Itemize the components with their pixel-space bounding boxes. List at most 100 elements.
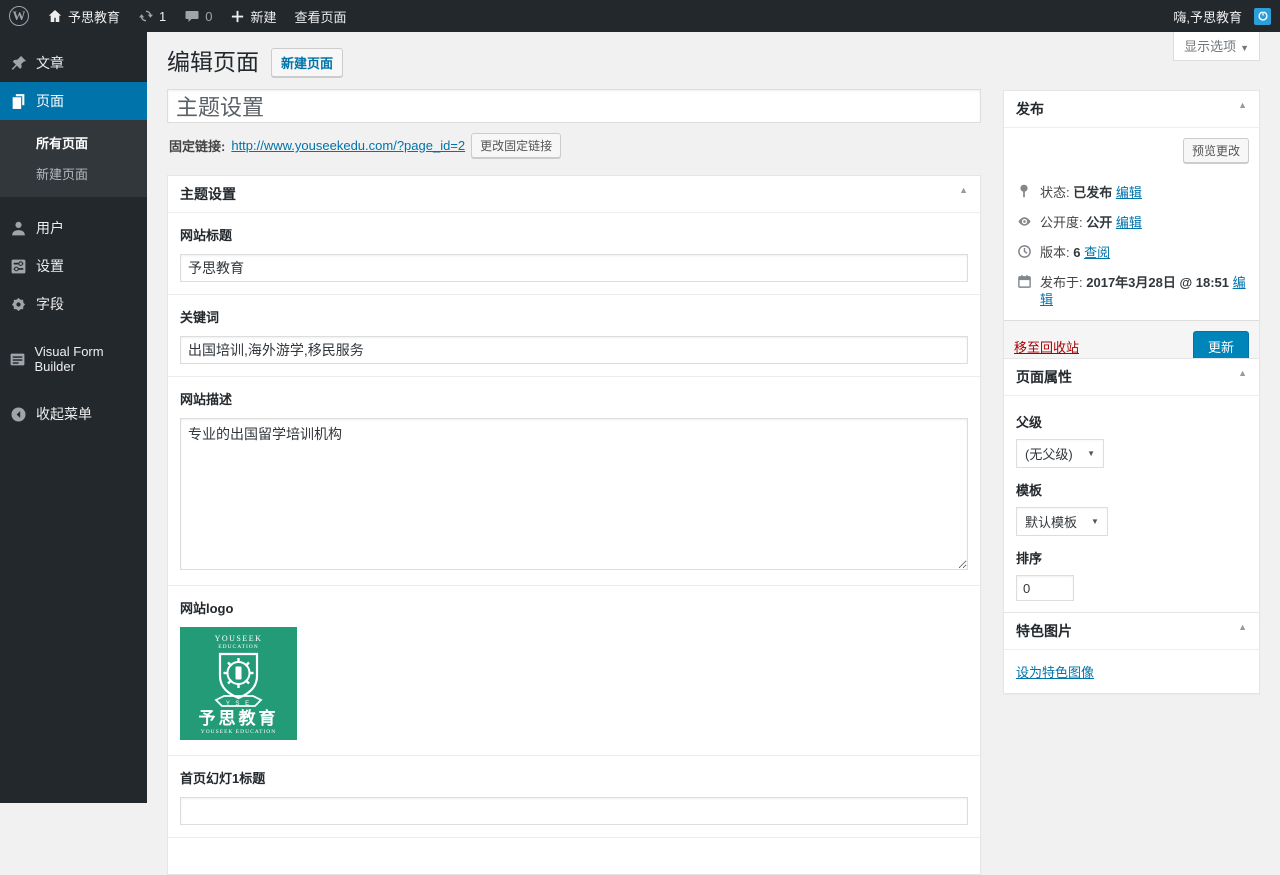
publish-header[interactable]: 发布 ▲: [1004, 91, 1259, 128]
eye-icon: [1016, 214, 1032, 229]
collapse-toggle-icon[interactable]: ▲: [959, 185, 968, 195]
field-label: 网站logo: [180, 598, 968, 617]
sidebar-item-settings[interactable]: 设置: [0, 247, 147, 285]
wordpress-logo-icon: W: [9, 6, 29, 26]
clock-icon: [1016, 244, 1032, 259]
pages-icon: [8, 93, 28, 110]
preview-changes-button[interactable]: 预览更改: [1183, 138, 1249, 163]
featured-image-header[interactable]: 特色图片 ▲: [1004, 613, 1259, 650]
comments-menu[interactable]: 0: [175, 0, 221, 32]
template-selected-value: 默认模板: [1025, 512, 1077, 531]
template-select[interactable]: 默认模板 ▼: [1016, 507, 1108, 536]
collapse-toggle-icon[interactable]: ▲: [1238, 100, 1247, 110]
collapse-arrow-icon: [8, 406, 28, 423]
sidebar-item-collapse-menu[interactable]: 收起菜单: [0, 395, 147, 433]
status-row: 状态: 已发布 编辑: [1016, 184, 1247, 201]
content-area: 显示选项▼ 编辑页面 新建页面 固定链接: http://www.youseek…: [147, 32, 1280, 803]
publish-metabox: 发布 ▲ 预览更改 状态: 已发布 编辑: [1003, 90, 1260, 373]
edit-status-link[interactable]: 编辑: [1116, 185, 1142, 200]
site-name-label: 予思教育: [68, 7, 120, 26]
chevron-down-icon: ▼: [1087, 449, 1095, 458]
field-slide1-title: 首页幻灯1标题: [168, 756, 980, 838]
published-on-row: 发布于: 2017年3月28日 @ 18:51 编辑: [1016, 274, 1247, 308]
view-page-menu[interactable]: 查看页面: [286, 0, 356, 32]
screen-options-tab[interactable]: 显示选项 ▼: [1173, 32, 1260, 61]
field-label: 关键词: [180, 307, 968, 326]
sidebar-item-posts[interactable]: 文章: [0, 44, 147, 82]
sidebar-item-users[interactable]: 用户: [0, 209, 147, 247]
page-attributes-metabox: 页面属性 ▲ 父级 (无父级) ▼ 模板 默认模板 ▼ 排序: [1003, 358, 1260, 618]
pin-icon: [1016, 184, 1032, 198]
collapse-toggle-icon[interactable]: ▲: [1238, 622, 1247, 632]
parent-label: 父级: [1016, 412, 1247, 431]
site-description-textarea[interactable]: 专业的出国留学培训机构: [180, 418, 968, 570]
sidebar-item-label: 收起菜单: [36, 404, 92, 424]
edit-visibility-link[interactable]: 编辑: [1116, 215, 1142, 230]
field-label: 网站标题: [180, 225, 968, 244]
view-page-label: 查看页面: [295, 7, 347, 26]
settings-icon: [8, 258, 28, 275]
sidebar-item-pages[interactable]: 页面: [0, 82, 147, 120]
wp-logo-menu[interactable]: W: [0, 0, 38, 32]
permalink-url-link[interactable]: http://www.youseekedu.com/?page_id=2: [231, 138, 465, 153]
my-account-menu[interactable]: 嗨,予思教育: [1164, 0, 1280, 32]
visibility-label: 公开度:: [1040, 215, 1083, 230]
sidebar-item-label: 文章: [36, 53, 64, 73]
change-permalink-button[interactable]: 更改固定链接: [471, 133, 561, 158]
screen-options-label: 显示选项: [1184, 39, 1236, 54]
pages-submenu: 所有页面 新建页面: [0, 120, 147, 197]
order-label: 排序: [1016, 548, 1247, 567]
sidebar-item-label: 设置: [36, 256, 64, 276]
comment-icon: [184, 8, 200, 24]
sidebar-item-label: Visual Form Builder: [34, 344, 139, 374]
browse-revisions-link[interactable]: 查阅: [1084, 245, 1110, 260]
sidebar-item-label: 页面: [36, 91, 64, 111]
site-logo-image[interactable]: YOUSEEK EDUCATION Y S E 予思教: [180, 627, 968, 743]
new-label: 新建: [250, 7, 276, 26]
gear-icon: [8, 296, 28, 313]
site-title-input[interactable]: [180, 254, 968, 282]
revisions-value: 6: [1073, 245, 1080, 260]
field-site-logo: 网站logo YOUSEEK EDUCATION: [168, 586, 980, 756]
page-attributes-header[interactable]: 页面属性 ▲: [1004, 359, 1259, 396]
sidebar-item-fields[interactable]: 字段: [0, 285, 147, 323]
menu-order-input[interactable]: [1016, 575, 1074, 601]
add-new-page-button[interactable]: 新建页面: [271, 48, 343, 77]
field-keywords: 关键词: [168, 295, 980, 377]
update-icon: [138, 8, 154, 24]
sidebar-item-add-page[interactable]: 新建页面: [0, 158, 147, 189]
collapse-toggle-icon[interactable]: ▲: [1238, 368, 1247, 378]
svg-text:EDUCATION: EDUCATION: [218, 644, 258, 650]
status-label: 状态:: [1040, 185, 1070, 200]
visibility-value: 公开: [1086, 215, 1112, 230]
set-featured-image-link[interactable]: 设为特色图像: [1016, 665, 1094, 680]
move-to-trash-link[interactable]: 移至回收站: [1014, 337, 1079, 356]
featured-image-metabox: 特色图片 ▲ 设为特色图像: [1003, 612, 1260, 694]
user-icon: [8, 220, 28, 237]
howdy-label: 嗨,予思教育: [1173, 7, 1242, 26]
sidebar-item-all-pages[interactable]: 所有页面: [0, 127, 147, 158]
visibility-row: 公开度: 公开 编辑: [1016, 214, 1247, 231]
user-avatar: [1254, 8, 1271, 25]
parent-select[interactable]: (无父级) ▼: [1016, 439, 1104, 468]
post-title-input[interactable]: [167, 89, 981, 123]
metabox-header[interactable]: 主题设置 ▲: [168, 176, 980, 213]
field-label: 首页幻灯1标题: [180, 768, 968, 787]
admin-bar: W 予思教育 1 0 新建 查看页面 嗨,予思教育: [0, 0, 1280, 32]
slide1-title-input[interactable]: [180, 797, 968, 825]
keywords-input[interactable]: [180, 336, 968, 364]
metabox-title: 主题设置: [180, 186, 236, 202]
svg-text:Y S E: Y S E: [226, 701, 251, 707]
new-content-menu[interactable]: 新建: [221, 0, 285, 32]
svg-text:予思教育: 予思教育: [199, 708, 279, 728]
field-label: 网站描述: [180, 389, 968, 408]
update-count: 1: [159, 9, 166, 24]
form-icon: [8, 351, 26, 368]
sidebar-item-visual-form-builder[interactable]: Visual Form Builder: [0, 335, 147, 383]
site-name-menu[interactable]: 予思教育: [38, 0, 129, 32]
published-label: 发布于:: [1040, 275, 1083, 290]
chevron-down-icon: ▼: [1240, 43, 1249, 53]
calendar-icon: [1016, 274, 1032, 289]
pushpin-icon: [8, 55, 28, 72]
updates-menu[interactable]: 1: [129, 0, 175, 32]
